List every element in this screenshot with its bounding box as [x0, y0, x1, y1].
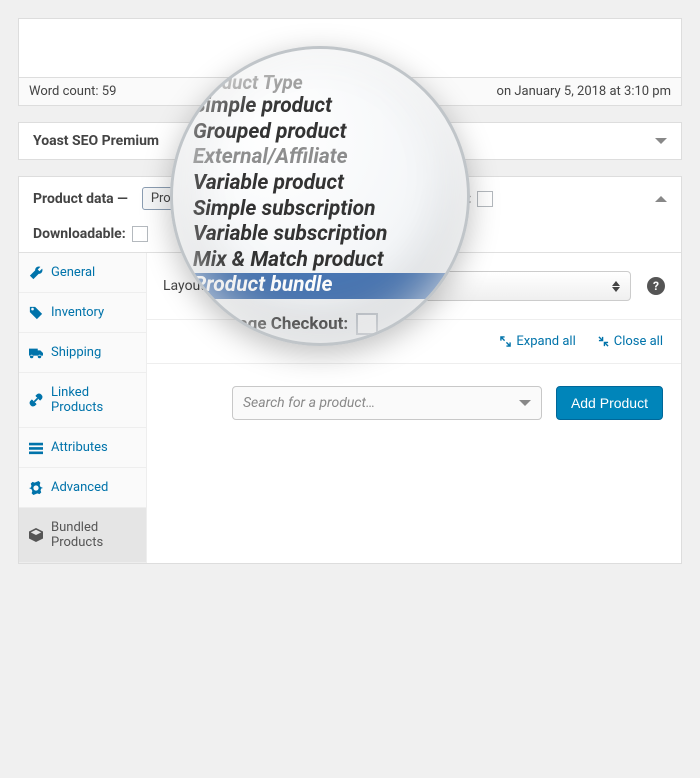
box-icon	[29, 528, 43, 542]
virtual-checkbox[interactable]	[477, 191, 493, 207]
tab-linked-products[interactable]: Linked Products	[19, 373, 146, 428]
downloadable-checkbox[interactable]	[132, 226, 148, 242]
product-type-option[interactable]: Simple product	[193, 94, 447, 120]
tag-icon	[29, 306, 43, 320]
add-product-button[interactable]: Add Product	[556, 386, 663, 420]
chevron-down-icon	[519, 400, 531, 406]
wrench-icon	[29, 266, 43, 280]
chevron-up-icon[interactable]	[655, 196, 667, 202]
truck-icon	[29, 346, 43, 360]
product-data-tabs: General Inventory Shipping Linked Produc…	[19, 253, 147, 563]
list-icon	[29, 441, 43, 455]
one-page-checkout-checkbox-zoom[interactable]	[356, 313, 378, 335]
yoast-panel-title: Yoast SEO Premium	[33, 133, 159, 149]
product-search-combobox[interactable]: Search for a product…	[232, 386, 542, 420]
product-type-heading: Product Type	[193, 71, 447, 94]
product-type-option[interactable]: Simple subscription	[193, 197, 447, 223]
help-icon[interactable]: ?	[647, 277, 665, 295]
product-type-option[interactable]: External/Affiliate	[193, 145, 447, 171]
tab-advanced[interactable]: Advanced	[19, 468, 146, 508]
magnifier-overlay: Product Type Simple product Grouped prod…	[170, 46, 470, 346]
word-count: Word count: 59	[29, 84, 116, 99]
product-type-option-selected[interactable]: Product bundle	[173, 273, 467, 299]
last-edit-time: on January 5, 2018 at 3:10 pm	[497, 84, 671, 99]
gear-icon	[29, 481, 43, 495]
product-type-option[interactable]: Variable product	[193, 171, 447, 197]
product-data-title: Product data —	[33, 191, 128, 207]
tab-general[interactable]: General	[19, 253, 146, 293]
close-all-link[interactable]: Close all	[598, 334, 663, 349]
search-placeholder: Search for a product…	[243, 395, 375, 411]
link-icon	[29, 393, 43, 407]
chevron-down-icon	[655, 138, 667, 144]
tab-inventory[interactable]: Inventory	[19, 293, 146, 333]
expand-icon	[500, 336, 511, 347]
expand-all-link[interactable]: Expand all	[500, 334, 575, 349]
tab-bundled-products[interactable]: Bundled Products	[19, 508, 146, 563]
downloadable-label: Downloadable:	[33, 226, 126, 242]
tab-attributes[interactable]: Attributes	[19, 428, 146, 468]
select-arrows-icon	[612, 281, 620, 292]
tab-shipping[interactable]: Shipping	[19, 333, 146, 373]
product-type-option[interactable]: Variable subscription	[193, 222, 447, 248]
collapse-icon	[598, 336, 609, 347]
product-type-option[interactable]: Mix & Match product	[193, 248, 447, 274]
product-type-option[interactable]: Grouped product	[193, 120, 447, 146]
